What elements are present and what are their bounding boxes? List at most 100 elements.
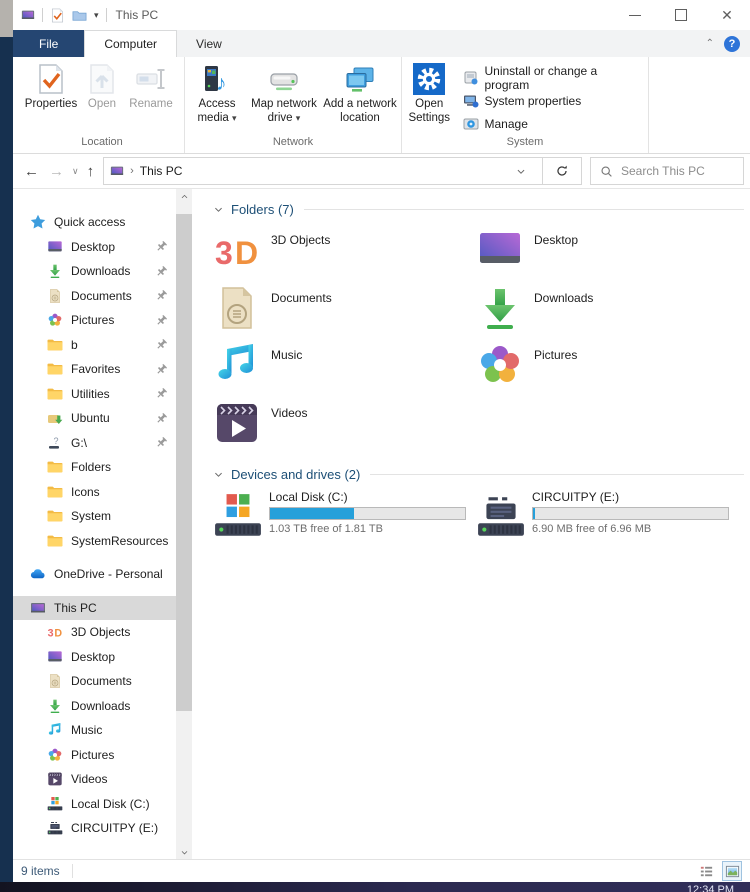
minimize-icon (629, 15, 641, 16)
manage-button[interactable]: Manage (463, 112, 641, 135)
tile-pictures[interactable]: Pictures (476, 341, 739, 399)
recent-locations-dropdown-icon[interactable]: ∨ (69, 166, 82, 177)
open-settings-button[interactable]: Open Settings (404, 61, 455, 126)
pictures-icon (476, 341, 524, 389)
breadcrumb[interactable]: This PC (140, 164, 183, 178)
uninstall-program-button[interactable]: Uninstall or change a program (463, 66, 641, 89)
search-input[interactable] (619, 163, 743, 179)
this-pc-icon (30, 600, 46, 616)
collapse-ribbon-icon[interactable]: ⌃ (706, 38, 714, 49)
ribbon-group-network: Access media ▾ Map network drive ▾ Add a… (185, 57, 402, 153)
sidebar-item-utilities[interactable]: Utilities (13, 382, 176, 407)
scroll-up-icon[interactable] (176, 189, 192, 203)
map-network-drive-button[interactable]: Map network drive ▾ (247, 61, 321, 126)
tile-desktop[interactable]: Desktop (476, 226, 739, 284)
sidebar-item-local-disk[interactable]: Local Disk (C:) (13, 792, 176, 817)
sidebar-item-this-pc[interactable]: This PC (13, 596, 176, 621)
scrollbar[interactable] (176, 189, 192, 859)
refresh-button[interactable] (543, 157, 582, 185)
rename-icon (135, 63, 167, 95)
sidebar-item-desktop-qa[interactable]: Desktop (13, 235, 176, 260)
sidebar-item-documents[interactable]: Documents (13, 669, 176, 694)
downloads-icon (47, 263, 63, 279)
tile-downloads[interactable]: Downloads (476, 284, 739, 342)
tile-music[interactable]: Music (213, 341, 476, 399)
scroll-down-icon[interactable] (176, 845, 192, 859)
tile-videos[interactable]: Videos (213, 399, 476, 457)
sidebar-item-3d-objects[interactable]: 3D Objects (13, 620, 176, 645)
sidebar-item-pictures[interactable]: Pictures (13, 743, 176, 768)
customize-toolbar-dropdown-icon[interactable]: ▾ (94, 10, 99, 21)
tile-documents[interactable]: Documents (213, 284, 476, 342)
close-button[interactable]: ✕ (704, 0, 750, 30)
collapse-section-icon[interactable] (213, 204, 224, 215)
folder-icon (47, 459, 63, 475)
add-network-location-button[interactable]: Add a network location (321, 61, 399, 126)
details-view-button[interactable] (697, 862, 715, 880)
address-dropdown-icon[interactable] (500, 166, 542, 177)
pin-icon (155, 314, 168, 327)
sidebar-item-folders[interactable]: Folders (13, 455, 176, 480)
sidebar-item-onedrive[interactable]: OneDrive - Personal (13, 562, 176, 587)
sidebar-item-icons[interactable]: Icons (13, 480, 176, 505)
tab-file[interactable]: File (13, 30, 84, 57)
tab-computer[interactable]: Computer (84, 30, 177, 57)
back-button[interactable]: ← (19, 163, 44, 180)
tab-view[interactable]: View (177, 30, 241, 57)
up-button[interactable]: ↑ (82, 163, 100, 180)
sidebar-item-b[interactable]: b (13, 333, 176, 358)
dropdown-arrow-icon: ▾ (296, 113, 301, 123)
tile-local-disk-c[interactable]: Local Disk (C:) 1.03 TB free of 1.81 TB (213, 490, 476, 548)
minimize-button[interactable] (612, 0, 658, 30)
properties-qat-icon[interactable] (50, 8, 65, 23)
new-folder-qat-icon[interactable] (72, 8, 87, 23)
system-properties-button[interactable]: System properties (463, 89, 641, 112)
sidebar-item-music[interactable]: Music (13, 718, 176, 743)
sidebar-item-downloads[interactable]: Downloads (13, 694, 176, 719)
sidebar-item-circuitpy[interactable]: CIRCUITPY (E:) (13, 816, 176, 841)
3d-objects-icon (47, 624, 63, 640)
sidebar-item-quick-access[interactable]: Quick access (13, 210, 176, 235)
taskbar[interactable]: 12:34 PM (0, 882, 750, 892)
disk-usage-fill (270, 508, 354, 519)
desktop-icon (47, 649, 63, 665)
sidebar-item-systemresources[interactable]: SystemResources (13, 529, 176, 554)
sidebar-item-videos[interactable]: Videos (13, 767, 176, 792)
sidebar-item-favorites[interactable]: Favorites (13, 357, 176, 382)
local-disk-icon (213, 490, 263, 542)
this-pc-icon (21, 8, 35, 22)
sidebar-item-system[interactable]: System (13, 504, 176, 529)
breadcrumb-chevron-icon[interactable]: › (124, 165, 140, 177)
sidebar-item-pictures-qa[interactable]: Pictures (13, 308, 176, 333)
devices-section-header[interactable]: Devices and drives (2) (213, 467, 744, 482)
access-media-button[interactable]: Access media ▾ (187, 61, 247, 126)
large-icons-view-button[interactable] (722, 861, 742, 881)
ribbon-tab-row: File Computer View ⌃ ? (13, 30, 750, 57)
quick-access-star-icon (30, 214, 46, 230)
sidebar-item-ubuntu[interactable]: Ubuntu (13, 406, 176, 431)
help-button[interactable]: ? (724, 36, 740, 52)
collapse-section-icon[interactable] (213, 469, 224, 480)
properties-button[interactable]: Properties (22, 61, 80, 112)
address-bar-row: ← → ∨ ↑ › This PC (13, 154, 750, 189)
maximize-button[interactable] (658, 0, 704, 30)
sidebar-item-desktop[interactable]: Desktop (13, 645, 176, 670)
removable-drive-icon (476, 490, 526, 542)
tile-circuitpy-e[interactable]: CIRCUITPY (E:) 6.90 MB free of 6.96 MB (476, 490, 739, 548)
removable-drive-icon (47, 820, 63, 836)
pin-icon (155, 289, 168, 302)
scrollbar-thumb[interactable] (176, 214, 192, 711)
sidebar-item-g-drive[interactable]: G:\ (13, 431, 176, 456)
music-icon (213, 341, 261, 389)
tile-3d-objects[interactable]: 3D Objects (213, 226, 476, 284)
open-button: Open (80, 61, 124, 112)
folders-section-header[interactable]: Folders (7) (213, 202, 744, 217)
search-box[interactable] (590, 157, 744, 185)
disk-usage-bar (532, 507, 729, 520)
address-box[interactable]: › This PC (103, 157, 543, 185)
sidebar-item-downloads-qa[interactable]: Downloads (13, 259, 176, 284)
uninstall-icon (463, 70, 479, 86)
sidebar-item-documents-qa[interactable]: Documents (13, 284, 176, 309)
downloads-icon (47, 698, 63, 714)
this-pc-icon (110, 164, 124, 178)
